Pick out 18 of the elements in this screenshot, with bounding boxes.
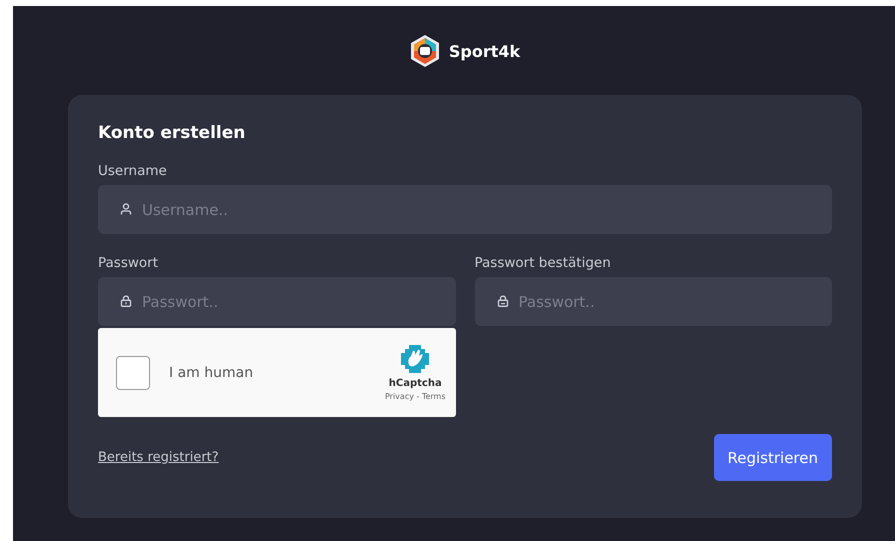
privacy-link[interactable]: Privacy [384, 392, 414, 400]
hand-icon [401, 344, 430, 372]
form-title: Konto erstellen [98, 123, 246, 143]
login-link[interactable]: Bereits registriert? [98, 450, 219, 465]
field-label: Passwort bestätigen [474, 255, 612, 271]
username-field[interactable]: Username.. [98, 185, 832, 234]
register-button[interactable]: Registrieren [714, 434, 832, 481]
password-field[interactable]: Passwort.. [98, 277, 456, 326]
brand-name: Sport4k [448, 42, 520, 60]
terms-link[interactable]: Terms [422, 392, 446, 400]
field-label: Username [98, 163, 168, 179]
link-separator: - [416, 392, 420, 400]
captcha-checkbox[interactable] [116, 356, 150, 390]
confirm-password-field[interactable]: Passwort.. [474, 277, 832, 326]
captcha-label: I am human [169, 364, 254, 380]
captcha-brand: hCaptcha [388, 378, 442, 388]
field-label: Passwort [98, 255, 160, 271]
logo-icon [410, 34, 440, 68]
